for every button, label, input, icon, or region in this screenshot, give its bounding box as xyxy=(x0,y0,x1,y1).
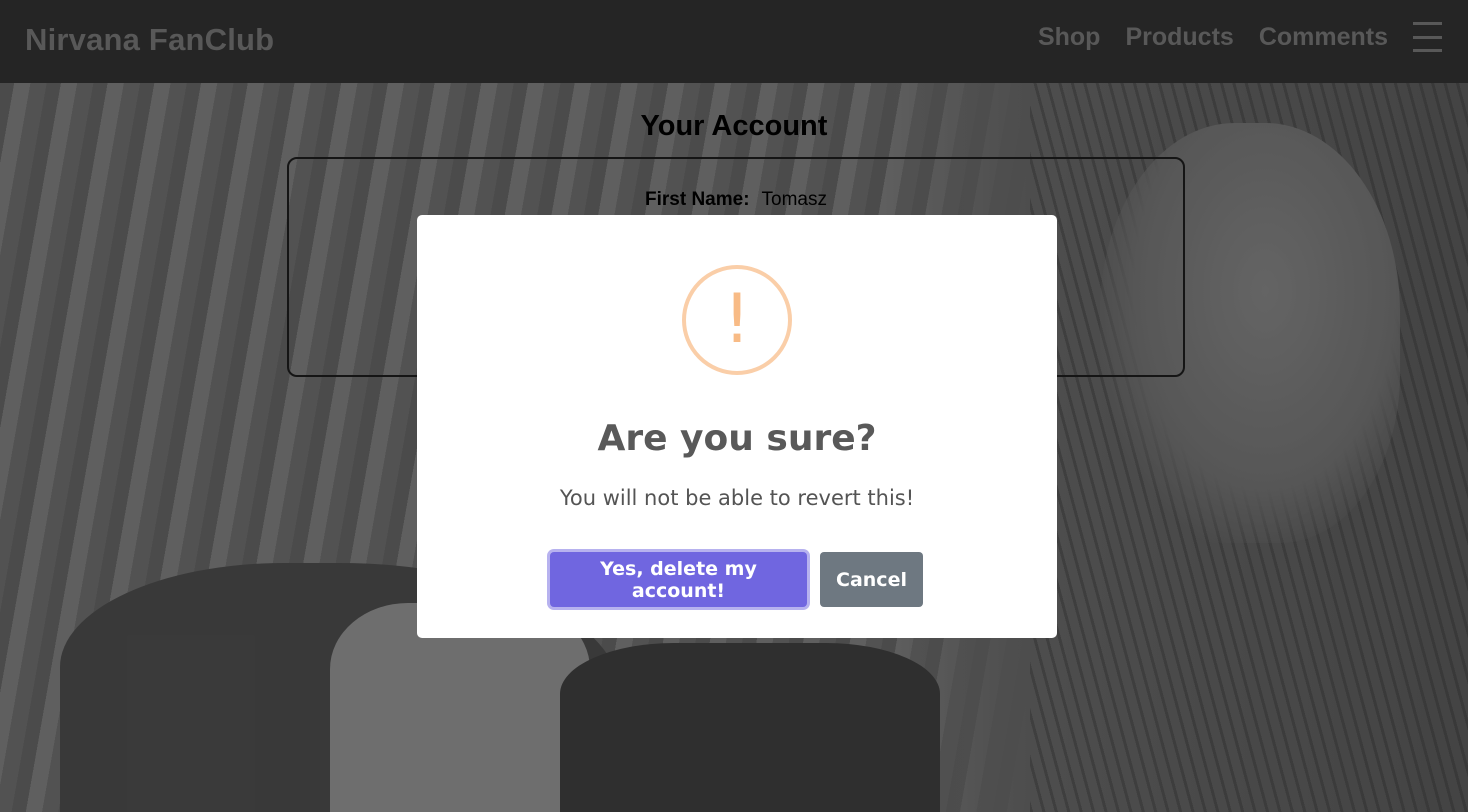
warning-icon: ! xyxy=(682,265,792,375)
delete-confirm-dialog: ! Are you sure? You will not be able to … xyxy=(417,215,1057,638)
cancel-button[interactable]: Cancel xyxy=(820,552,923,607)
dialog-message: You will not be able to revert this! xyxy=(559,486,915,510)
confirm-delete-button[interactable]: Yes, delete my account! xyxy=(550,552,807,607)
exclamation-glyph: ! xyxy=(723,280,751,359)
dialog-title: Are you sure? xyxy=(597,418,877,459)
